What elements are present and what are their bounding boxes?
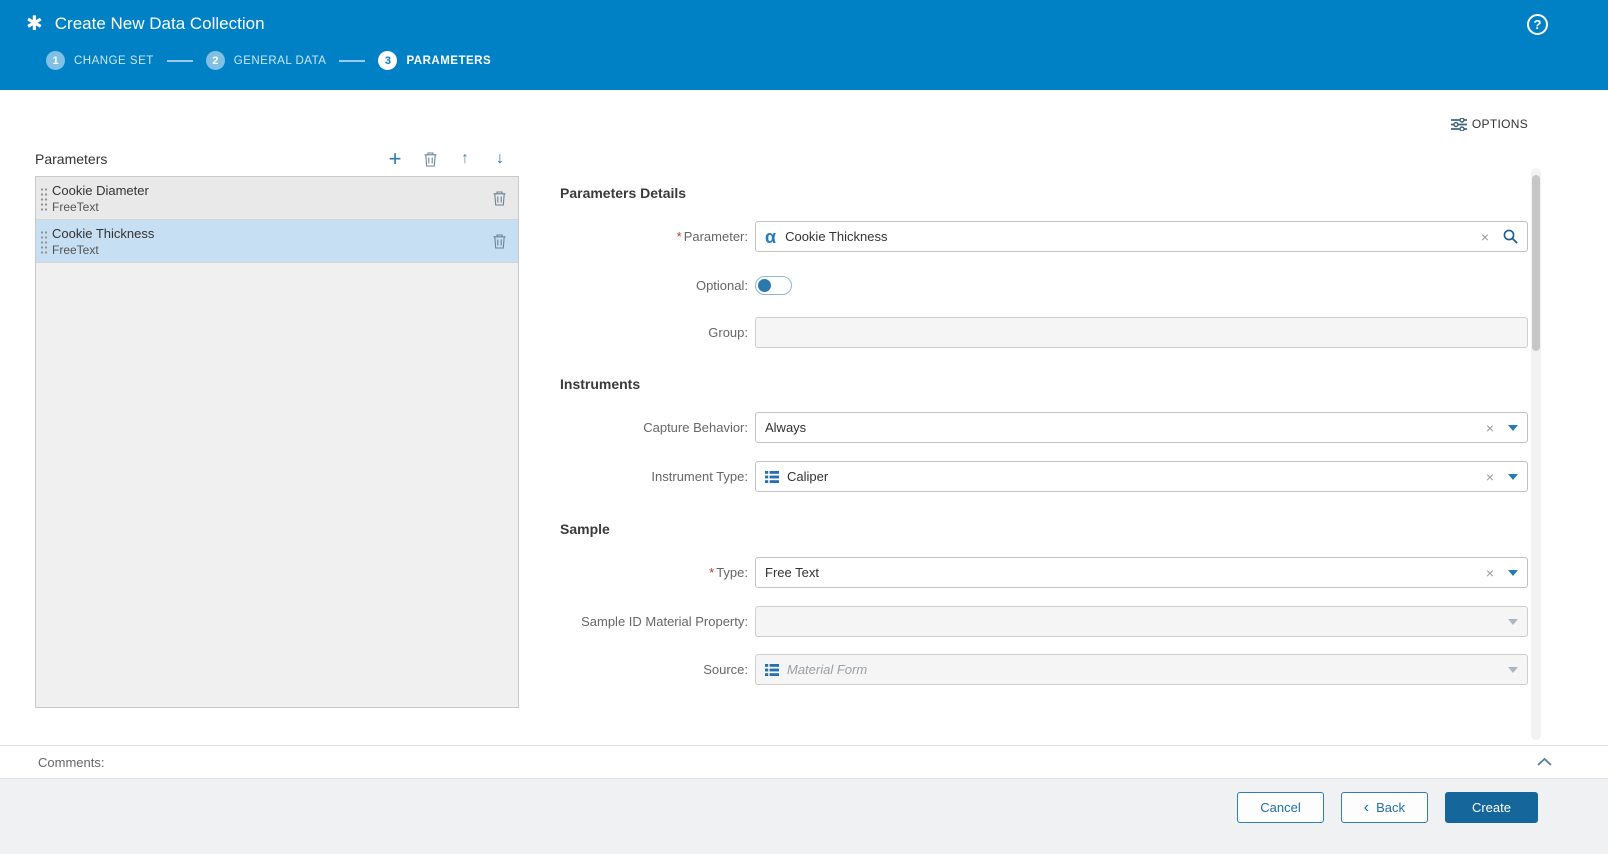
sample-id-dropdown[interactable]: [755, 606, 1528, 637]
delete-parameter-button[interactable]: [421, 149, 439, 169]
optional-toggle[interactable]: [755, 276, 792, 295]
instrument-type-label: Instrument Type:: [651, 469, 748, 484]
instrument-type-row: Instrument Type: Caliper ×: [560, 461, 1528, 492]
parameter-row: * Parameter: α Cookie Thickness ×: [560, 221, 1528, 252]
scrollbar-thumb[interactable]: [1532, 175, 1540, 351]
source-dropdown[interactable]: Material Form: [755, 654, 1528, 685]
parameter-label: * Parameter:: [676, 229, 748, 244]
capture-behavior-dropdown[interactable]: Always ×: [755, 412, 1528, 443]
toggle-knob: [758, 279, 771, 292]
step-general-data[interactable]: 2 GENERAL DATA: [205, 51, 327, 70]
group-label: Group:: [708, 325, 748, 340]
step-2-circle: 2: [205, 51, 225, 70]
chevron-down-icon[interactable]: [1508, 618, 1518, 625]
help-icon[interactable]: ?: [1527, 13, 1548, 35]
sample-type-row: * Type: Free Text ×: [560, 557, 1528, 588]
step-3-circle: 3: [378, 51, 398, 70]
comments-label: Comments:: [38, 754, 105, 770]
source-placeholder: Material Form: [787, 662, 868, 677]
step-connector: [166, 59, 193, 62]
move-up-button[interactable]: ↑: [456, 149, 474, 169]
source-row: Source: Material Form: [560, 654, 1528, 685]
clear-icon[interactable]: ×: [1486, 566, 1494, 580]
chevron-down-icon[interactable]: [1508, 569, 1518, 576]
parameter-value: Cookie Thickness: [785, 229, 888, 244]
parameters-list: Cookie Diameter FreeText Cookie Thicknes…: [35, 176, 519, 708]
sample-id-row: Sample ID Material Property:: [560, 606, 1528, 637]
sample-type-dropdown[interactable]: Free Text ×: [755, 557, 1528, 588]
chevron-down-icon[interactable]: [1508, 666, 1518, 673]
clear-icon[interactable]: ×: [1486, 421, 1494, 435]
add-parameter-button[interactable]: +: [386, 146, 404, 171]
move-down-button[interactable]: ↓: [491, 149, 509, 169]
parameter-name: Cookie Thickness: [52, 225, 155, 241]
group-row: Group:: [560, 317, 1528, 348]
parameters-panel-title: Parameters: [35, 151, 108, 167]
step-3-label: PARAMETERS: [406, 54, 492, 67]
step-parameters[interactable]: 3 PARAMETERS: [378, 51, 491, 70]
parameter-type: FreeText: [52, 242, 99, 257]
section-heading-sample: Sample: [560, 521, 610, 537]
section-heading-parameters-details: Parameters Details: [560, 185, 687, 201]
source-label: Source:: [703, 662, 748, 677]
parameter-field[interactable]: α Cookie Thickness ×: [755, 221, 1528, 252]
optional-row: Optional:: [560, 276, 1528, 295]
clear-icon[interactable]: ×: [1486, 470, 1494, 484]
instrument-type-value: Caliper: [787, 469, 829, 484]
chevron-down-icon[interactable]: [1508, 424, 1518, 431]
back-button-label: Back: [1376, 800, 1405, 815]
comments-bar: Comments:: [0, 745, 1608, 778]
instrument-type-dropdown[interactable]: Caliper ×: [755, 461, 1528, 492]
optional-label: Optional:: [695, 278, 748, 293]
wizard-steps: 1 CHANGE SET 2 GENERAL DATA 3 PARAMETERS: [46, 51, 1608, 70]
create-data-collection-window: ✱ Create New Data Collection ? 1 CHANGE …: [0, 0, 1608, 854]
chevron-left-icon: ‹: [1363, 798, 1370, 816]
alpha-type-icon: α: [765, 226, 777, 247]
cancel-button[interactable]: Cancel: [1237, 792, 1324, 823]
header-bar: ✱ Create New Data Collection ? 1 CHANGE …: [0, 0, 1608, 90]
delete-item-icon[interactable]: [493, 233, 506, 249]
list-item-cookie-diameter[interactable]: Cookie Diameter FreeText: [36, 177, 518, 220]
table-icon: [765, 663, 779, 676]
parameter-type: FreeText: [52, 199, 99, 214]
parameter-details-form: Parameters Details * Parameter: α Cookie …: [560, 90, 1528, 745]
chevron-down-icon[interactable]: [1508, 473, 1518, 480]
section-heading-instruments: Instruments: [560, 376, 641, 392]
table-icon: [765, 470, 779, 483]
group-field[interactable]: [755, 317, 1528, 348]
page-title: Create New Data Collection: [54, 14, 265, 33]
step-change-set[interactable]: 1 CHANGE SET: [46, 51, 154, 70]
required-asterisk: *: [709, 565, 715, 580]
app-asterisk-icon: ✱: [26, 13, 43, 35]
parameter-name: Cookie Diameter: [52, 182, 149, 198]
parameters-panel: Parameters + ↑ ↓ Cookie Diameter FreeTex…: [35, 146, 519, 708]
step-connector: [339, 59, 366, 62]
create-button[interactable]: Create: [1444, 792, 1538, 823]
sample-id-label: Sample ID Material Property:: [581, 614, 748, 629]
capture-behavior-label: Capture Behavior:: [643, 420, 748, 435]
sample-type-label: * Type:: [709, 565, 748, 580]
drag-handle-icon[interactable]: [40, 230, 47, 254]
delete-item-icon[interactable]: [493, 190, 506, 206]
footer-bar: Cancel ‹ Back Create: [0, 778, 1608, 854]
step-1-label: CHANGE SET: [74, 54, 154, 67]
chevron-up-icon[interactable]: [1537, 758, 1552, 766]
step-1-circle: 1: [46, 51, 65, 70]
main-content: OPTIONS Parameters + ↑ ↓ Cookie Diameter…: [0, 90, 1608, 745]
required-asterisk: *: [676, 229, 682, 244]
back-button[interactable]: ‹ Back: [1340, 792, 1428, 823]
sample-type-value: Free Text: [765, 565, 819, 580]
search-icon[interactable]: [1503, 229, 1518, 244]
step-2-label: GENERAL DATA: [233, 54, 327, 67]
list-item-cookie-thickness[interactable]: Cookie Thickness FreeText: [36, 220, 518, 263]
vertical-scrollbar[interactable]: [1531, 168, 1541, 740]
drag-handle-icon[interactable]: [40, 187, 47, 211]
clear-icon[interactable]: ×: [1481, 230, 1489, 244]
capture-behavior-value: Always: [765, 420, 807, 435]
capture-behavior-row: Capture Behavior: Always ×: [560, 412, 1528, 443]
